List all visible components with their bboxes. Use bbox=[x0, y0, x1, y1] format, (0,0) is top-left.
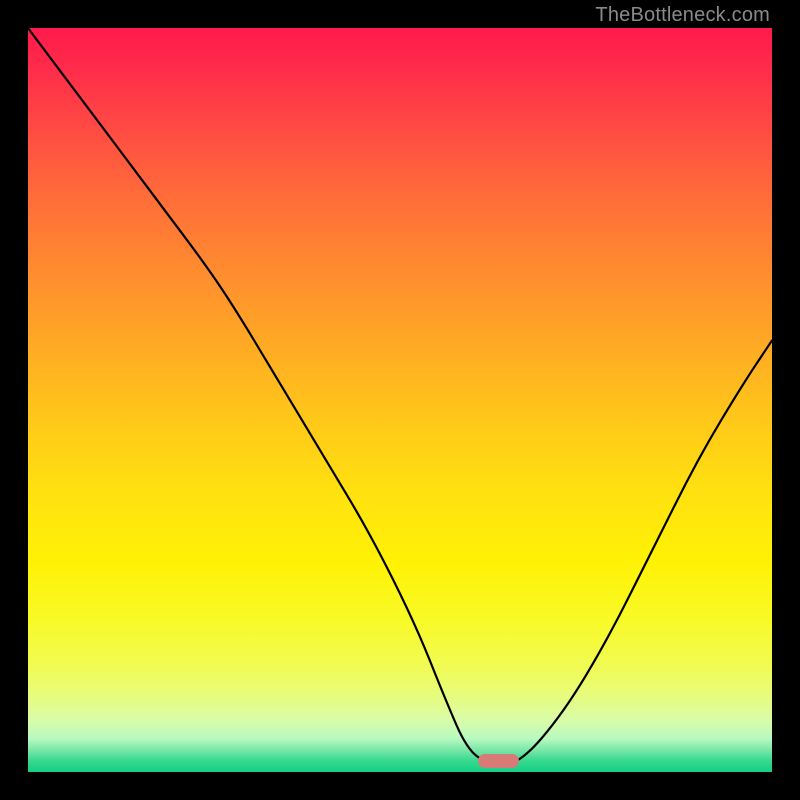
curve-svg bbox=[28, 28, 772, 772]
chart-frame: TheBottleneck.com bbox=[0, 0, 800, 800]
watermark-text: TheBottleneck.com bbox=[595, 4, 770, 27]
plot-area bbox=[28, 28, 772, 772]
optimal-marker bbox=[478, 754, 519, 768]
bottleneck-curve-path bbox=[28, 28, 772, 765]
